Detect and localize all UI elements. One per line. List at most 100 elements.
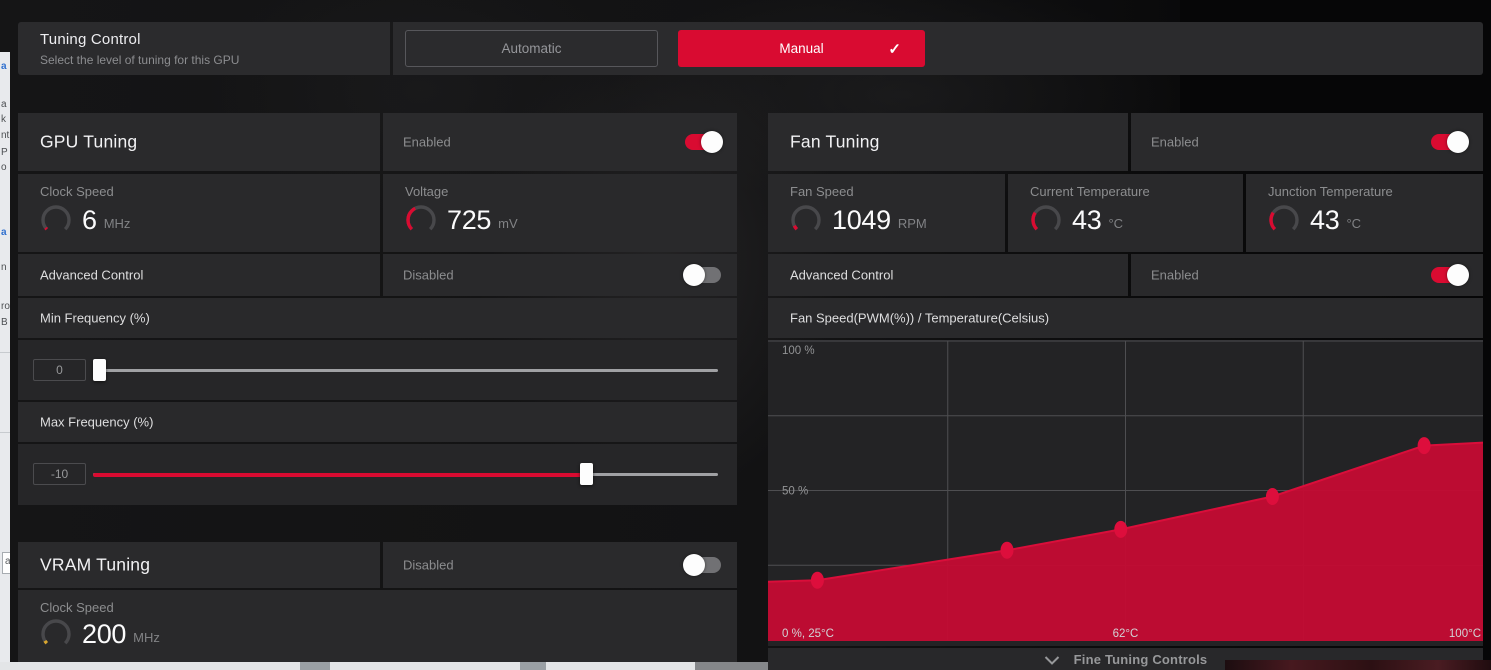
gpu-tuning-toggle-cell: Enabled [383,113,737,171]
gpu-voltage-value: 725 [447,205,491,236]
page-fragment-text: P [1,148,8,158]
gpu-voltage-label: Voltage [405,184,448,199]
vram-clock-value: 200 [82,619,126,650]
junction-temperature-unit: °C [1346,216,1361,231]
max-frequency-slider-row: -10 [18,444,737,505]
vram-clock-unit: MHz [133,630,160,645]
svg-text:100 %: 100 % [782,345,815,357]
fan-speed-value: 1049 [832,205,891,236]
tuning-control-text-block: Tuning Control Select the level of tunin… [18,22,393,75]
tuning-control-bar: Tuning Control Select the level of tunin… [18,22,1483,75]
vram-tuning-header: VRAM Tuning [18,542,380,588]
svg-text:50 %: 50 % [782,486,808,498]
gpu-voltage-unit: mV [498,216,518,231]
current-temperature-gauge-icon [1028,202,1064,238]
gpu-clock-value: 6 [82,205,97,236]
page-fragment-text: a [1,100,7,110]
gpu-advanced-toggle-cell: Disabled [383,254,737,296]
vram-tuning-status: Disabled [403,558,454,573]
page-fragment-text: k [1,115,6,125]
junction-temperature-value: 43 [1310,205,1339,236]
gpu-advanced-control-label: Advanced Control [40,268,143,283]
vram-clock-gauge-icon [38,616,74,652]
page-fragment-text: nt [1,131,9,141]
gpu-tuning-title: GPU Tuning [40,132,137,153]
background-bottom-strip-gray1 [300,662,330,670]
page-fragment-text: n [1,263,7,273]
slider-fill [93,473,586,477]
max-frequency-label: Max Frequency (%) [40,415,153,430]
junction-temperature-gauge-icon [1266,202,1302,238]
gpu-clock-gauge-icon [38,202,74,238]
manual-button-label: Manual [779,41,823,56]
slider-handle[interactable] [93,359,106,381]
fan-speed-gauge-icon [788,202,824,238]
gpu-voltage-gauge-icon [403,202,439,238]
background-page-sliver: aakntPoanroBa [0,52,10,670]
vram-clock-speed-label: Clock Speed [40,600,114,615]
fan-speed-unit: RPM [898,216,927,231]
fan-speed-cell: Fan Speed 1049 RPM [768,174,1005,252]
background-bottom-strip-light [0,662,695,670]
fan-chart-title-row: Fan Speed(PWM(%)) / Temperature(Celsius) [768,298,1483,338]
slider-handle[interactable] [580,463,593,485]
vram-tuning-toggle[interactable] [685,557,721,573]
manual-button[interactable]: Manual ✓ [678,30,925,67]
fan-speed-label: Fan Speed [790,184,854,199]
gpu-clock-unit: MHz [104,216,131,231]
page-fragment-text: a [1,228,7,238]
current-temperature-value: 43 [1072,205,1101,236]
svg-text:100°C: 100°C [1449,628,1481,640]
fine-tuning-controls-label: Fine Tuning Controls [1074,652,1208,667]
page-fragment-text: ro [1,302,10,312]
min-frequency-slider-row: 0 [18,340,737,400]
svg-text:0 %, 25°C: 0 %, 25°C [782,628,834,640]
svg-text:62°C: 62°C [1113,628,1139,640]
fan-tuning-title: Fan Tuning [790,132,880,153]
toggle-knob [1447,131,1469,153]
page-fragment-inputbox: a [2,552,10,574]
min-frequency-slider[interactable] [93,359,718,381]
toggle-knob [701,131,723,153]
page-fragment-text: B [1,318,8,328]
min-frequency-label-row: Min Frequency (%) [18,298,737,338]
min-frequency-input[interactable]: 0 [33,359,86,381]
gpu-tuning-toggle[interactable] [685,134,721,150]
fan-advanced-control-label: Advanced Control [790,268,893,283]
fan-tuning-toggle-cell: Enabled [1131,113,1483,171]
background-bottom-strip-gray2 [520,662,546,670]
gpu-voltage-cell: Voltage 725 mV [383,174,737,252]
tuning-control-title: Tuning Control [40,31,141,48]
fan-tuning-header: Fan Tuning [768,113,1128,171]
max-frequency-input[interactable]: -10 [33,463,86,485]
fan-advanced-control-cell: Advanced Control [768,254,1128,296]
vram-tuning-toggle-cell: Disabled [383,542,737,588]
page-fragment-text: a [1,62,7,72]
background-photo-corner [1225,660,1491,670]
fan-chart-title: Fan Speed(PWM(%)) / Temperature(Celsius) [790,311,1049,326]
gpu-clock-speed-label: Clock Speed [40,184,114,199]
junction-temperature-label: Junction Temperature [1268,184,1393,199]
gpu-tuning-status: Enabled [403,135,451,150]
fan-advanced-toggle-cell: Enabled [1131,254,1483,296]
tuning-control-subtitle: Select the level of tuning for this GPU [40,53,239,67]
gpu-clock-speed-cell: Clock Speed 6 MHz [18,174,380,252]
gpu-tuning-header: GPU Tuning [18,113,380,171]
fan-curve-chart[interactable]: 100 % 50 % 0 %, 25°C 62°C 100°C [768,340,1483,646]
toggle-knob [1447,264,1469,286]
gpu-advanced-status: Disabled [403,268,454,283]
checkmark-icon: ✓ [888,40,901,58]
gpu-advanced-toggle[interactable] [685,267,721,283]
current-temperature-label: Current Temperature [1030,184,1150,199]
fan-tuning-status: Enabled [1151,135,1199,150]
min-frequency-label: Min Frequency (%) [40,311,150,326]
max-frequency-label-row: Max Frequency (%) [18,402,737,442]
max-frequency-slider[interactable] [93,463,718,485]
fan-tuning-toggle[interactable] [1431,134,1467,150]
gpu-advanced-control-cell: Advanced Control [18,254,380,296]
toggle-knob [683,264,705,286]
vram-tuning-title: VRAM Tuning [40,555,150,576]
automatic-button[interactable]: Automatic [405,30,658,67]
fan-advanced-toggle[interactable] [1431,267,1467,283]
slider-track [93,369,718,372]
